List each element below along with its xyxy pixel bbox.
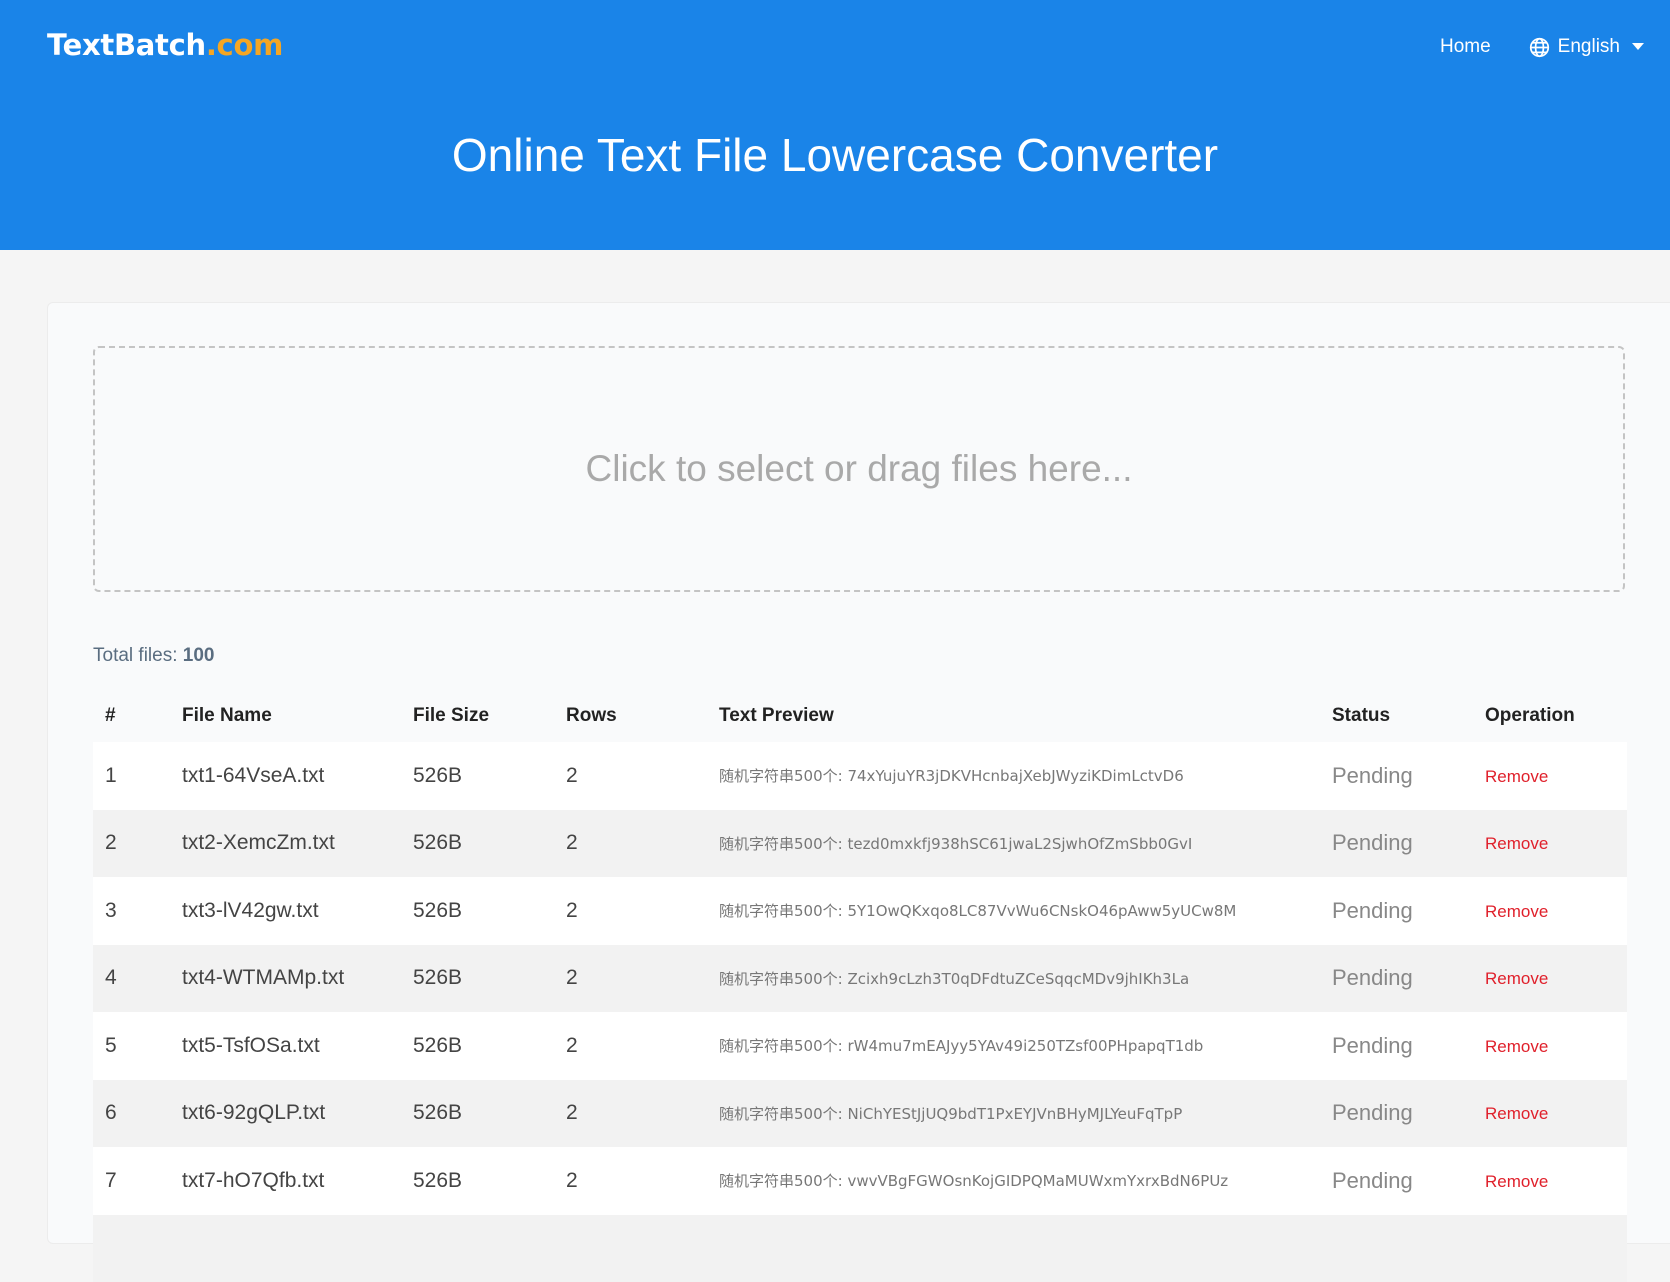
row-number: 7 [93, 1147, 182, 1215]
col-header-rows: Rows [566, 690, 719, 742]
dropzone-text: Click to select or drag files here... [586, 448, 1133, 490]
row-file-size: 526B [413, 945, 566, 1013]
remove-button[interactable]: Remove [1485, 902, 1548, 921]
site-logo[interactable]: TextBatch.com [47, 28, 283, 62]
row-line-count: 2 [566, 810, 719, 878]
row-status: Pending [1332, 877, 1485, 945]
top-nav: Home English [1440, 36, 1652, 58]
row-text-preview: 随机字符串500个: 5Y1OwQKxqo8LC87VvWu6CNskO46pA… [719, 877, 1332, 945]
file-dropzone[interactable]: Click to select or drag files here... [93, 346, 1625, 592]
remove-button[interactable]: Remove [1485, 834, 1548, 853]
remove-button[interactable]: Remove [1485, 1037, 1548, 1056]
row-status: Pending [1332, 1012, 1485, 1080]
col-header-file-size: File Size [413, 690, 566, 742]
table-row: 3 txt3-lV42gw.txt 526B 2 随机字符串500个: 5Y1O… [93, 877, 1627, 945]
row-status: Pending [1332, 742, 1485, 810]
site-header: TextBatch.com Home English Online Text F… [0, 0, 1670, 250]
row-status: Pending [1332, 1147, 1485, 1215]
table-row: 2 txt2-XemcZm.txt 526B 2 随机字符串500个: tezd… [93, 810, 1627, 878]
total-files-label: Total files: [93, 645, 177, 666]
row-line-count: 2 [566, 1012, 719, 1080]
language-selector[interactable]: English [1529, 36, 1652, 58]
row-text-preview: 随机字符串500个: NiChYEStJjUQ9bdT1PxEYJVnBHyMJ… [719, 1080, 1332, 1148]
col-header-file-name: File Name [182, 690, 413, 742]
file-table: # File Name File Size Rows Text Preview … [93, 690, 1627, 1282]
globe-icon [1529, 37, 1550, 58]
logo-tld-text: .com [206, 28, 283, 62]
converter-card: Click to select or drag files here... To… [47, 302, 1670, 1244]
table-row: 5 txt5-TsfOSa.txt 526B 2 随机字符串500个: rW4m… [93, 1012, 1627, 1080]
remove-button[interactable]: Remove [1485, 1104, 1548, 1123]
row-number: 3 [93, 877, 182, 945]
table-row: 1 txt1-64VseA.txt 526B 2 随机字符串500个: 74xY… [93, 742, 1627, 810]
row-file-size: 526B [413, 1012, 566, 1080]
row-file-name: txt5-TsfOSa.txt [182, 1012, 413, 1080]
language-label: English [1558, 36, 1620, 58]
row-number: 4 [93, 945, 182, 1013]
row-number: 2 [93, 810, 182, 878]
table-row: 4 txt4-WTMAMp.txt 526B 2 随机字符串500个: Zcix… [93, 945, 1627, 1013]
row-file-name: txt4-WTMAMp.txt [182, 945, 413, 1013]
row-file-name: txt6-92gQLP.txt [182, 1080, 413, 1148]
row-file-size: 526B [413, 1080, 566, 1148]
row-text-preview: 随机字符串500个: tezd0mxkfj938hSC61jwaL2SjwhOf… [719, 810, 1332, 878]
row-text-preview: 随机字符串500个: 74xYujuYR3jDKVHcnbajXebJWyziK… [719, 742, 1332, 810]
row-line-count: 2 [566, 877, 719, 945]
total-files-value: 100 [183, 645, 215, 666]
row-file-name: txt7-hO7Qfb.txt [182, 1147, 413, 1215]
row-line-count: 2 [566, 742, 719, 810]
remove-button[interactable]: Remove [1485, 969, 1548, 988]
row-text-preview: 随机字符串500个: vwvVBgFGWOsnKojGIDPQMaMUWxmYx… [719, 1147, 1332, 1215]
row-status: Pending [1332, 810, 1485, 878]
row-number: 5 [93, 1012, 182, 1080]
page-title: Online Text File Lowercase Converter [0, 128, 1670, 182]
row-text-preview: 随机字符串500个: rW4mu7mEAJyy5YAv49i250TZsf00P… [719, 1012, 1332, 1080]
col-header-text-preview: Text Preview [719, 690, 1332, 742]
row-file-size: 526B [413, 810, 566, 878]
total-files: Total files: 100 [93, 645, 214, 667]
row-line-count: 2 [566, 1147, 719, 1215]
table-row: 7 txt7-hO7Qfb.txt 526B 2 随机字符串500个: vwvV… [93, 1147, 1627, 1215]
row-file-name: txt1-64VseA.txt [182, 742, 413, 810]
col-header-status: Status [1332, 690, 1485, 742]
remove-button[interactable]: Remove [1485, 1172, 1548, 1191]
table-row: 6 txt6-92gQLP.txt 526B 2 随机字符串500个: NiCh… [93, 1080, 1627, 1148]
nav-home-link[interactable]: Home [1440, 36, 1491, 58]
table-row-partial [93, 1215, 1627, 1282]
row-file-size: 526B [413, 742, 566, 810]
row-file-name: txt2-XemcZm.txt [182, 810, 413, 878]
row-file-size: 526B [413, 877, 566, 945]
row-line-count: 2 [566, 945, 719, 1013]
row-status: Pending [1332, 1080, 1485, 1148]
row-file-name: txt3-lV42gw.txt [182, 877, 413, 945]
caret-down-icon [1632, 43, 1644, 51]
col-header-number: # [93, 690, 182, 742]
row-number: 1 [93, 742, 182, 810]
col-header-operation: Operation [1485, 690, 1627, 742]
logo-main-text: TextBatch [47, 28, 206, 62]
remove-button[interactable]: Remove [1485, 767, 1548, 786]
table-header-row: # File Name File Size Rows Text Preview … [93, 690, 1627, 742]
row-text-preview: 随机字符串500个: Zcixh9cLzh3T0qDFdtuZCeSqqcMDv… [719, 945, 1332, 1013]
row-line-count: 2 [566, 1080, 719, 1148]
row-status: Pending [1332, 945, 1485, 1013]
row-number: 6 [93, 1080, 182, 1148]
row-file-size: 526B [413, 1147, 566, 1215]
